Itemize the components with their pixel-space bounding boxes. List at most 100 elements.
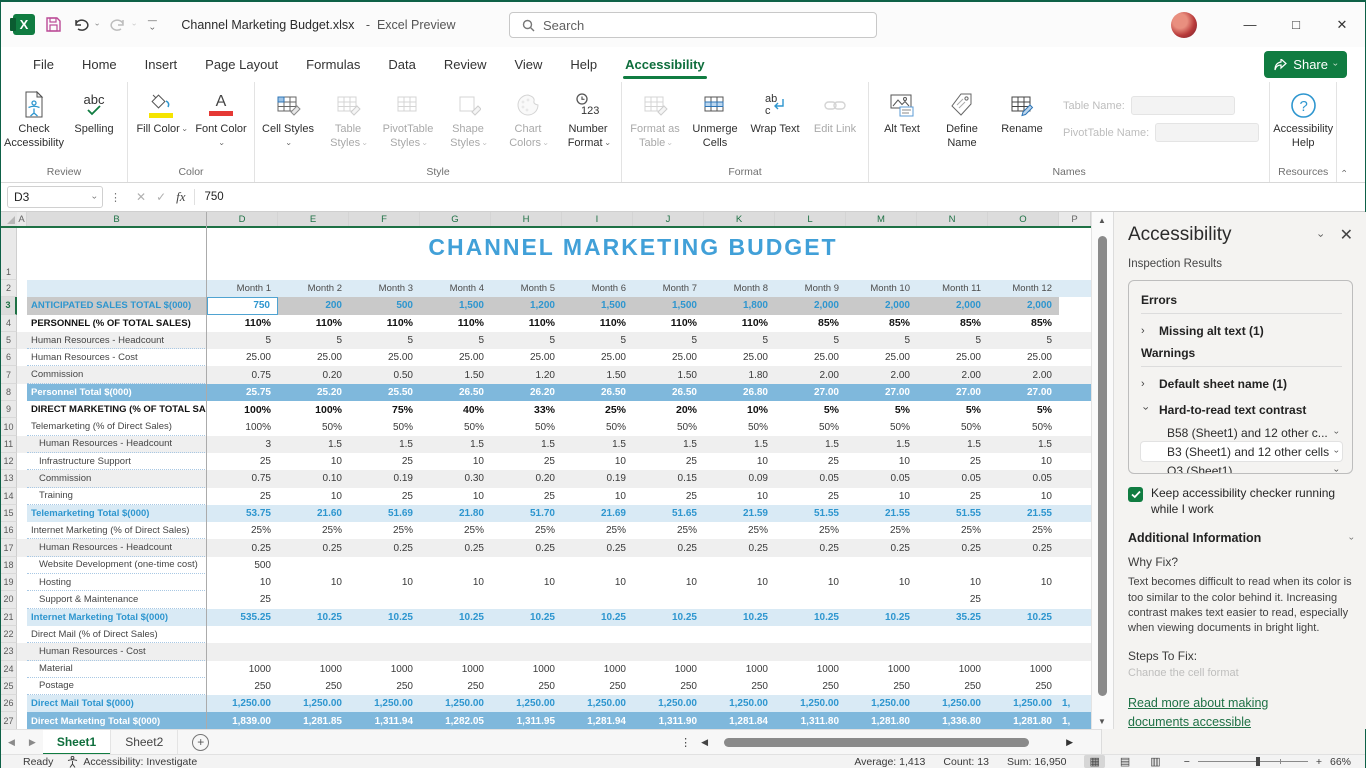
row-label-cell[interactable]: Infrastructure Support bbox=[27, 453, 207, 470]
font-color-button[interactable]: AFont Color › bbox=[192, 86, 250, 153]
chevron-down-icon[interactable]: › bbox=[1332, 450, 1341, 453]
row-label-cell[interactable]: Telemarketing (% of Direct Sales) bbox=[27, 418, 207, 435]
data-cell[interactable]: 3 bbox=[207, 436, 278, 453]
data-cell[interactable] bbox=[846, 643, 917, 660]
row-header-18[interactable]: 18 bbox=[1, 557, 17, 574]
clipped-cell[interactable]: 1, bbox=[1059, 712, 1091, 729]
clipped-cell[interactable] bbox=[1059, 366, 1091, 383]
hscroll-left-icon[interactable]: ◀ bbox=[697, 737, 712, 748]
check-accessibility-button[interactable]: Check Accessibility bbox=[5, 86, 63, 153]
data-cell[interactable]: 100% bbox=[278, 401, 349, 418]
data-cell[interactable]: 1,800 bbox=[704, 297, 775, 314]
fill-color-button[interactable]: Fill Color › bbox=[132, 86, 190, 139]
data-cell[interactable]: 25% bbox=[562, 401, 633, 418]
data-cell[interactable]: 110% bbox=[207, 315, 278, 332]
row-header-16[interactable]: 16 bbox=[1, 522, 17, 539]
ribbon-tab-file[interactable]: File bbox=[19, 49, 68, 81]
data-cell[interactable]: 1,250.00 bbox=[775, 695, 846, 712]
data-cell[interactable]: 5 bbox=[633, 332, 704, 349]
row-header-7[interactable]: 7 bbox=[1, 366, 17, 383]
data-cell[interactable]: 51.65 bbox=[633, 505, 704, 522]
data-cell[interactable]: 1,281.94 bbox=[562, 712, 633, 729]
data-cell[interactable] bbox=[917, 643, 988, 660]
row-label-cell[interactable]: PERSONNEL (% OF TOTAL SALES) bbox=[27, 315, 207, 332]
data-cell[interactable]: 0.75 bbox=[207, 470, 278, 487]
column-header-D[interactable]: D bbox=[207, 212, 278, 226]
data-cell[interactable] bbox=[633, 626, 704, 643]
unmerge-cells-button[interactable]: Unmerge Cells bbox=[686, 86, 744, 153]
clipped-cell[interactable] bbox=[1059, 643, 1091, 660]
data-cell[interactable]: 0.25 bbox=[917, 539, 988, 556]
data-cell[interactable]: 85% bbox=[988, 315, 1059, 332]
data-cell[interactable]: 0.09 bbox=[704, 470, 775, 487]
data-cell[interactable]: 50% bbox=[846, 418, 917, 435]
clipped-cell[interactable] bbox=[1059, 332, 1091, 349]
sheet-scroll-right-icon[interactable]: ▶ bbox=[22, 737, 43, 748]
data-cell[interactable]: 1,311.80 bbox=[775, 712, 846, 729]
clipped-cell[interactable] bbox=[1059, 384, 1091, 401]
hscroll-right-icon[interactable]: ▶ bbox=[1066, 737, 1073, 748]
data-cell[interactable]: 10.25 bbox=[349, 609, 420, 626]
data-cell[interactable] bbox=[633, 557, 704, 574]
row-header-12[interactable]: 12 bbox=[1, 453, 17, 470]
data-cell[interactable]: 25.00 bbox=[562, 349, 633, 366]
data-cell[interactable]: 0.25 bbox=[988, 539, 1059, 556]
data-cell[interactable]: 25 bbox=[491, 488, 562, 505]
data-cell[interactable]: 2,000 bbox=[917, 297, 988, 314]
data-cell[interactable]: 25 bbox=[917, 591, 988, 608]
row-label-cell[interactable]: Personnel Total $(000) bbox=[27, 384, 207, 401]
data-cell[interactable]: 5 bbox=[775, 332, 846, 349]
data-cell[interactable] bbox=[491, 557, 562, 574]
ribbon-tab-page-layout[interactable]: Page Layout bbox=[191, 49, 292, 81]
data-cell[interactable]: 10 bbox=[562, 453, 633, 470]
clipped-cell[interactable] bbox=[1059, 470, 1091, 487]
data-cell[interactable]: 250 bbox=[633, 678, 704, 695]
data-cell[interactable]: 1.50 bbox=[420, 366, 491, 383]
data-cell[interactable] bbox=[420, 557, 491, 574]
row-header-10[interactable]: 10 bbox=[1, 418, 17, 435]
row-header-24[interactable]: 24 bbox=[1, 661, 17, 678]
row-label-cell[interactable]: Internet Marketing (% of Direct Sales) bbox=[27, 522, 207, 539]
row-header-4[interactable]: 4 bbox=[1, 315, 17, 332]
data-cell[interactable]: 1000 bbox=[775, 661, 846, 678]
row-header-5[interactable]: 5 bbox=[1, 332, 17, 349]
row-header-6[interactable]: 6 bbox=[1, 349, 17, 366]
inspection-cell-item[interactable]: Q3 (Sheet1)› bbox=[1141, 461, 1342, 474]
data-cell[interactable]: 25.00 bbox=[349, 349, 420, 366]
data-cell[interactable]: 100% bbox=[207, 418, 278, 435]
data-cell[interactable]: 1.5 bbox=[349, 436, 420, 453]
data-cell[interactable]: 250 bbox=[775, 678, 846, 695]
data-cell[interactable]: 25 bbox=[349, 488, 420, 505]
data-cell[interactable]: 250 bbox=[349, 678, 420, 695]
data-cell[interactable]: 10 bbox=[278, 574, 349, 591]
month-header-cell[interactable]: Month 1 bbox=[207, 280, 278, 297]
maximize-button[interactable]: □ bbox=[1273, 2, 1319, 47]
month-header-cell[interactable]: Month 9 bbox=[775, 280, 846, 297]
number-format-button[interactable]: 123Number Format › bbox=[559, 86, 617, 153]
clipped-cell[interactable] bbox=[1059, 401, 1091, 418]
data-cell[interactable]: 10 bbox=[988, 574, 1059, 591]
data-cell[interactable]: 10.25 bbox=[420, 609, 491, 626]
data-cell[interactable]: 110% bbox=[633, 315, 704, 332]
zoom-slider-thumb[interactable] bbox=[1256, 757, 1260, 766]
data-cell[interactable]: 250 bbox=[420, 678, 491, 695]
data-cell[interactable]: 25% bbox=[278, 522, 349, 539]
inspection-item[interactable]: ›Missing alt text (1) bbox=[1141, 318, 1342, 344]
active-cell-D3[interactable]: 750 bbox=[207, 297, 278, 314]
data-cell[interactable]: 10 bbox=[988, 488, 1059, 505]
month-header-cell[interactable]: Month 10 bbox=[846, 280, 917, 297]
data-cell[interactable]: 25 bbox=[775, 453, 846, 470]
row-label-cell[interactable]: DIRECT MARKETING (% OF TOTAL SALES) bbox=[27, 401, 207, 418]
data-cell[interactable]: 1000 bbox=[278, 661, 349, 678]
horizontal-scroll-thumb[interactable] bbox=[724, 738, 1029, 747]
data-cell[interactable]: 25.00 bbox=[278, 349, 349, 366]
data-cell[interactable]: 110% bbox=[562, 315, 633, 332]
data-cell[interactable]: 25.00 bbox=[846, 349, 917, 366]
data-cell[interactable]: 25% bbox=[917, 522, 988, 539]
ribbon-tab-insert[interactable]: Insert bbox=[131, 49, 192, 81]
additional-information-header[interactable]: Additional Information › bbox=[1128, 531, 1353, 545]
column-header-K[interactable]: K bbox=[704, 212, 775, 226]
data-cell[interactable]: 1,250.00 bbox=[846, 695, 917, 712]
clipped-cell[interactable] bbox=[1059, 297, 1091, 314]
data-cell[interactable]: 1.5 bbox=[988, 436, 1059, 453]
